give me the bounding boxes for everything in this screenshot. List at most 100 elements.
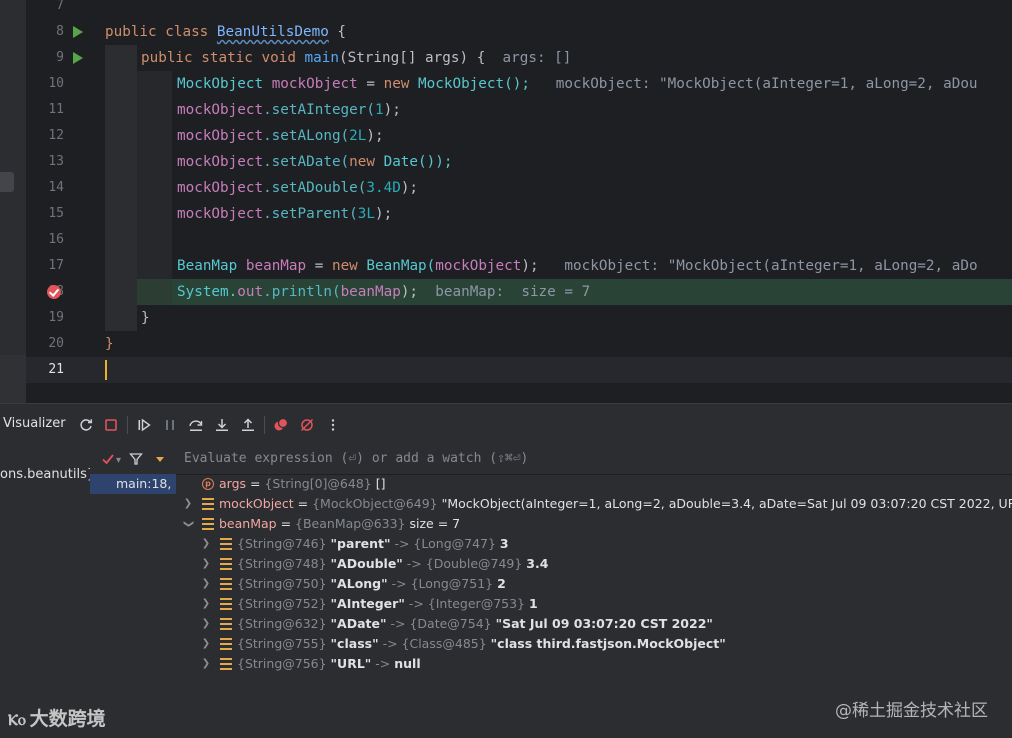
view-breakpoints-icon[interactable]	[271, 415, 291, 435]
run-icon[interactable]	[70, 45, 86, 71]
stop-icon[interactable]	[101, 415, 121, 435]
code-line[interactable]: 9 public static void main(String[] args)…	[26, 45, 1012, 71]
map-entry-row[interactable]: ❯ {String@755} "class" -> {Class@485} "c…	[176, 634, 1012, 654]
indent-guide	[137, 149, 172, 175]
code-editor[interactable]: 7 8 public class BeanUtilsDemo { 9 publi…	[0, 0, 1012, 403]
debug-tab-title[interactable]: Visualizer	[3, 416, 66, 431]
watermark-left: Ⲕⲟ 大数跨境	[8, 708, 106, 730]
breakpoint-icon[interactable]	[46, 279, 62, 305]
field-icon	[220, 598, 232, 610]
indent-guide	[105, 71, 137, 97]
variable-row[interactable]: p args = {String[0]@648} []	[176, 474, 1012, 494]
indent-guide	[137, 71, 172, 97]
code-line[interactable]: 14 mockObject.setADouble(3.4D);	[26, 175, 1012, 201]
chevron-down-icon: ▾	[116, 455, 122, 466]
inline-value-hint: args: []	[502, 50, 572, 66]
indent-guide	[105, 253, 137, 279]
evaluate-expression-field[interactable]: Evaluate expression (⏎) or add a watch (…	[176, 445, 1012, 475]
filter-icon[interactable]	[126, 449, 146, 469]
chevron-down-icon[interactable]: ❯	[178, 518, 198, 530]
code-line-current[interactable]: 21	[26, 357, 1012, 383]
map-entry-row[interactable]: ❯ {String@746} "parent" -> {Long@747} 3	[176, 534, 1012, 554]
code-text: }	[105, 336, 114, 352]
code-line[interactable]: 11 mockObject.setAInteger(1);	[26, 97, 1012, 123]
line-number: 10	[48, 76, 64, 91]
map-entry-row[interactable]: ❯ {String@752} "AInteger" -> {Integer@75…	[176, 594, 1012, 614]
code-line[interactable]: 8 public class BeanUtilsDemo {	[26, 19, 1012, 45]
pause-icon[interactable]	[160, 415, 180, 435]
indent-guide	[105, 175, 137, 201]
run-icon[interactable]	[70, 19, 86, 45]
rerun-icon[interactable]	[76, 415, 96, 435]
chevron-right-icon[interactable]: ❯	[200, 654, 212, 674]
project-tool-strip	[0, 0, 27, 403]
line-number: 21	[48, 362, 64, 377]
indent-guide	[137, 175, 172, 201]
code-line[interactable]: 17 BeanMap beanMap = new BeanMap(mockObj…	[26, 253, 1012, 279]
code-text: mockObject.setADate(new Date());	[177, 154, 453, 170]
code-line[interactable]: 18 System.out.println(beanMap); beanMap:…	[26, 279, 1012, 305]
map-entry-row[interactable]: ❯ {String@750} "ALong" -> {Long@751} 2	[176, 574, 1012, 594]
indent-guide	[105, 149, 137, 175]
variables-panel[interactable]: Evaluate expression (⏎) or add a watch (…	[176, 445, 1012, 738]
line-number: 16	[48, 232, 64, 247]
map-entry-row[interactable]: ❯ {String@748} "ADouble" -> {Double@749}…	[176, 554, 1012, 574]
chevron-right-icon[interactable]: ❯	[200, 634, 212, 654]
chevron-right-icon[interactable]: ❯	[200, 594, 212, 614]
logo-icon: Ⲕⲟ	[8, 710, 26, 729]
map-entry-row[interactable]: ❯ {String@632} "ADate" -> {Date@754} "Sa…	[176, 614, 1012, 634]
chevron-right-icon[interactable]: ❯	[200, 534, 212, 554]
code-line[interactable]: 12 mockObject.setALong(2L);	[26, 123, 1012, 149]
tool-window-tab[interactable]	[0, 172, 14, 192]
mute-breakpoints-icon[interactable]	[297, 415, 317, 435]
step-out-icon[interactable]	[238, 415, 258, 435]
evaluate-placeholder: Evaluate expression (⏎) or add a watch (…	[184, 451, 529, 466]
chevron-right-icon[interactable]: ❯	[200, 574, 212, 594]
field-icon	[220, 618, 232, 630]
indent-guide	[105, 227, 137, 253]
indent-guide	[137, 253, 172, 279]
code-text: public class BeanUtilsDemo {	[105, 24, 347, 40]
stack-frame-selected[interactable]: main:18, B	[90, 474, 176, 494]
indent-guide	[137, 97, 172, 123]
more-icon[interactable]	[323, 415, 343, 435]
code-line[interactable]: 7	[26, 0, 1012, 19]
indent-guide	[105, 123, 137, 149]
dropdown-icon[interactable]	[150, 449, 170, 469]
code-line[interactable]: 16	[26, 227, 1012, 253]
indent-guide	[105, 97, 137, 123]
chevron-right-icon[interactable]: ❯	[200, 614, 212, 634]
indent-guide	[137, 279, 172, 305]
code-line[interactable]: 19 }	[26, 305, 1012, 331]
code-text: System.out.println(beanMap); beanMap: si…	[177, 284, 591, 300]
code-line[interactable]: 13 mockObject.setADate(new Date());	[26, 149, 1012, 175]
chevron-right-icon[interactable]: ❯	[182, 494, 194, 514]
code-text: BeanMap beanMap = new BeanMap(mockObject…	[177, 258, 978, 274]
inline-value-hint: beanMap: size = 7	[435, 284, 591, 300]
threads-panel[interactable]: ons.beanutils}	[0, 445, 95, 738]
frames-panel[interactable]: ▾ main:18, B	[90, 445, 177, 738]
frames-header: ▾	[90, 445, 176, 475]
resume-icon[interactable]	[134, 415, 154, 435]
step-over-icon[interactable]	[186, 415, 206, 435]
indent-guide	[105, 279, 137, 305]
tool-window-tab-area	[0, 355, 26, 403]
variable-row[interactable]: ❯ beanMap = {BeanMap@633} size = 7	[176, 514, 1012, 534]
code-line[interactable]: 15 mockObject.setParent(3L);	[26, 201, 1012, 227]
line-number: 9	[56, 50, 64, 65]
line-number: 17	[48, 258, 64, 273]
field-icon	[202, 498, 214, 510]
map-entry-row[interactable]: ❯ {String@756} "URL" -> null	[176, 654, 1012, 674]
parameter-icon: p	[202, 478, 214, 490]
field-icon	[220, 558, 232, 570]
chevron-right-icon[interactable]: ❯	[200, 554, 212, 574]
code-line[interactable]: 20 }	[26, 331, 1012, 357]
variable-row[interactable]: ❯ mockObject = {MockObject@649} "MockObj…	[176, 494, 1012, 514]
checkmark-icon[interactable]	[98, 449, 118, 469]
code-line[interactable]: 10 MockObject mockObject = new MockObjec…	[26, 71, 1012, 97]
line-number: 15	[48, 206, 64, 221]
text-caret	[105, 360, 107, 380]
step-into-icon[interactable]	[212, 415, 232, 435]
field-icon	[220, 638, 232, 650]
thread-selector[interactable]: ons.beanutils}	[0, 467, 95, 482]
